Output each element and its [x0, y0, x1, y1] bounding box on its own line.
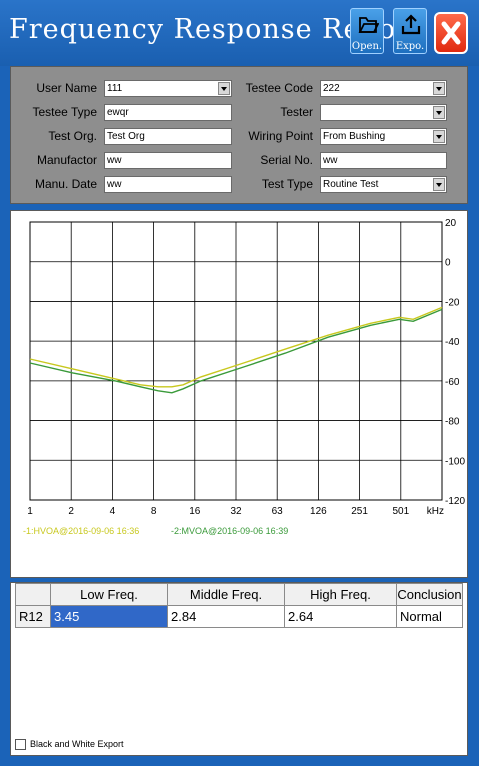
- close-icon: [441, 21, 461, 45]
- chevron-down-icon[interactable]: [433, 82, 445, 95]
- test-info-form: User Name 111 Testee Type ewqr Test Org.…: [10, 66, 468, 204]
- results-grid-panel: Low Freq. Middle Freq. High Freq. Conclu…: [10, 582, 468, 756]
- upload-icon: [401, 14, 421, 35]
- manufactor-field[interactable]: ww: [104, 152, 232, 169]
- results-header-row: Low Freq. Middle Freq. High Freq. Conclu…: [15, 583, 463, 606]
- chevron-down-icon[interactable]: [433, 130, 445, 143]
- export-button[interactable]: Expo.: [393, 8, 427, 54]
- frequency-chart-panel: 20 0 -20 -40 -60 -80 -100 -120 1 2 4 8 16 32 63 126 251 5…: [10, 210, 468, 578]
- results-header-high[interactable]: High Freq.: [284, 583, 397, 606]
- x-tick-label: 1: [27, 506, 33, 517]
- results-table: Low Freq. Middle Freq. High Freq. Conclu…: [15, 583, 463, 628]
- user-name-value: 111: [107, 83, 123, 94]
- results-header-low[interactable]: Low Freq.: [50, 583, 168, 606]
- user-name-select[interactable]: 111: [104, 80, 232, 97]
- testee-code-select[interactable]: 222: [320, 80, 447, 97]
- chevron-down-icon[interactable]: [433, 106, 445, 119]
- manu-date-label: Manu. Date: [34, 177, 97, 191]
- y-tick-label: 20: [445, 218, 457, 229]
- test-type-label: Test Type: [261, 177, 313, 191]
- x-tick-label: 16: [189, 506, 201, 517]
- results-header-middle[interactable]: Middle Freq.: [167, 583, 285, 606]
- testee-type-label: Testee Type: [32, 105, 98, 119]
- cell-conclusion[interactable]: Normal: [396, 605, 463, 628]
- results-header-corner: [15, 583, 51, 606]
- y-tick-label: 0: [445, 258, 451, 269]
- x-tick-label: 63: [272, 506, 284, 517]
- x-tick-label: 2: [68, 506, 74, 517]
- wiring-point-value: From Bushing: [323, 131, 386, 142]
- report-window: Frequency Response Report Open. Expo. Us…: [0, 0, 479, 766]
- test-org-field[interactable]: Test Org: [104, 128, 232, 145]
- close-button[interactable]: [434, 12, 468, 54]
- cell-low-freq[interactable]: 3.45: [50, 605, 168, 628]
- x-tick-label: 4: [110, 506, 116, 517]
- legend-entry-1: -1:HVOA@2016-09-06 16:36: [23, 526, 139, 536]
- x-tick-label: 126: [310, 506, 327, 517]
- bw-export-label: Black and White Export: [30, 739, 124, 749]
- open-button[interactable]: Open.: [350, 8, 384, 54]
- folder-open-icon: [358, 17, 379, 33]
- test-type-value: Routine Test: [323, 179, 379, 190]
- wiring-point-label: Wiring Point: [248, 129, 313, 143]
- serial-no-field[interactable]: ww: [320, 152, 447, 169]
- x-unit-label: kHz: [427, 506, 444, 517]
- title-bar: Frequency Response Report Open. Expo.: [0, 0, 479, 66]
- open-button-label: Open.: [351, 41, 383, 52]
- x-tick-label: 501: [392, 506, 409, 517]
- serial-no-value: ww: [323, 155, 338, 166]
- frequency-chart: 20 0 -20 -40 -60 -80 -100 -120 1 2 4 8 16 32 63 126 251 5…: [23, 218, 465, 536]
- testee-type-value: ewqr: [107, 107, 129, 118]
- legend-entry-2: -2:MVOA@2016-09-06 16:39: [171, 526, 288, 536]
- tester-label: Tester: [280, 105, 313, 119]
- y-tick-label: -100: [445, 456, 465, 467]
- cell-high-freq[interactable]: 2.64: [284, 605, 397, 628]
- test-org-label: Test Org.: [48, 129, 97, 143]
- x-tick-label: 32: [230, 506, 242, 517]
- testee-type-field[interactable]: ewqr: [104, 104, 232, 121]
- y-tick-label: -40: [445, 337, 460, 348]
- table-row[interactable]: R12 3.45 2.84 2.64 Normal: [15, 605, 463, 628]
- testee-code-value: 222: [323, 83, 340, 94]
- x-tick-label: 251: [351, 506, 368, 517]
- checkbox-box[interactable]: [15, 739, 26, 751]
- y-tick-label: -120: [445, 496, 465, 507]
- manu-date-value: ww: [107, 179, 122, 190]
- cell-middle-freq[interactable]: 2.84: [167, 605, 285, 628]
- row-header[interactable]: R12: [15, 605, 51, 628]
- test-org-value: Test Org: [107, 131, 145, 142]
- testee-code-label: Testee Code: [245, 81, 313, 95]
- y-tick-label: -80: [445, 417, 460, 428]
- test-type-select[interactable]: Routine Test: [320, 176, 447, 193]
- bw-export-checkbox[interactable]: Black and White Export: [15, 739, 124, 751]
- results-header-conclusion[interactable]: Conclusion: [396, 583, 463, 606]
- chevron-down-icon[interactable]: [433, 178, 445, 191]
- export-button-label: Expo.: [395, 41, 425, 52]
- manu-date-field[interactable]: ww: [104, 176, 232, 193]
- serial-no-label: Serial No.: [260, 153, 313, 167]
- wiring-point-select[interactable]: From Bushing: [320, 128, 447, 145]
- chevron-down-icon[interactable]: [218, 82, 230, 95]
- user-name-label: User Name: [36, 81, 97, 95]
- y-tick-label: -60: [445, 377, 460, 388]
- y-tick-label: -20: [445, 297, 460, 308]
- x-tick-label: 8: [151, 506, 157, 517]
- manufactor-value: ww: [107, 155, 122, 166]
- tester-select[interactable]: [320, 104, 447, 121]
- manufactor-label: Manufactor: [36, 153, 97, 167]
